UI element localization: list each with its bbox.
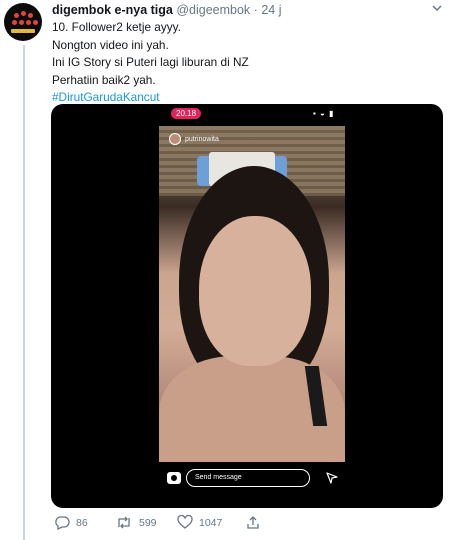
camera-icon[interactable] — [167, 472, 181, 484]
reply-action[interactable]: 86 — [54, 515, 88, 530]
tweet-header: digembok e-nya tiga @digeembok · 24 j — [52, 3, 281, 17]
header-separator: · — [253, 3, 258, 17]
tweet-line: Nongton video ini yah. — [52, 37, 169, 52]
status-time: 20.18 — [171, 108, 202, 119]
chevron-down-icon[interactable] — [430, 2, 444, 14]
video-media[interactable]: 20.18 ▪ ◒ ▮ putrinowita Send message — [51, 104, 443, 508]
author-handle[interactable]: @digeembok — [176, 3, 250, 17]
tweet-line: Perhatiin baik2 yah. — [52, 72, 156, 87]
status-icons: ▪ ◒ ▮ — [313, 109, 335, 118]
story-user: putrinowita — [169, 133, 219, 145]
reply-count: 86 — [76, 516, 88, 529]
story-face — [199, 216, 311, 366]
story-avatar — [169, 133, 181, 145]
like-action[interactable]: 1047 — [177, 515, 222, 530]
retweet-action[interactable]: 599 — [115, 515, 157, 530]
avatar-bar — [11, 29, 35, 33]
retweet-icon — [118, 516, 130, 529]
share-action[interactable] — [245, 515, 261, 530]
like-count: 1047 — [199, 516, 223, 529]
tweet-actions: 86 599 1047 — [52, 515, 432, 535]
heart-icon — [177, 515, 193, 529]
reply-icon — [55, 516, 70, 530]
thread-line — [23, 45, 25, 540]
avatar-dot — [33, 20, 38, 25]
author-name[interactable]: digembok e-nya tiga — [52, 3, 173, 17]
avatar-dot — [28, 13, 33, 18]
send-icon[interactable] — [326, 472, 338, 484]
story-username: putrinowita — [185, 135, 219, 143]
avatar[interactable] — [4, 3, 42, 41]
send-message-input[interactable]: Send message — [186, 469, 310, 487]
avatar-dot — [14, 13, 19, 18]
tweet-line: Ini IG Story si Puteri lagi liburan di N… — [52, 55, 249, 69]
avatar-dot — [26, 20, 31, 25]
avatar-dot — [21, 11, 26, 16]
avatar-dot — [12, 20, 17, 25]
tweet-line: 10. Follower2 ketje ayyy. — [52, 20, 181, 34]
retweet-count: 599 — [139, 516, 157, 529]
avatar-dot — [19, 20, 24, 25]
tweet-text: 10. Follower2 ketje ayyy. Nongton video … — [52, 19, 432, 107]
share-icon — [247, 516, 259, 529]
story-frame — [159, 126, 345, 494]
tweet-time[interactable]: 24 j — [261, 3, 281, 17]
